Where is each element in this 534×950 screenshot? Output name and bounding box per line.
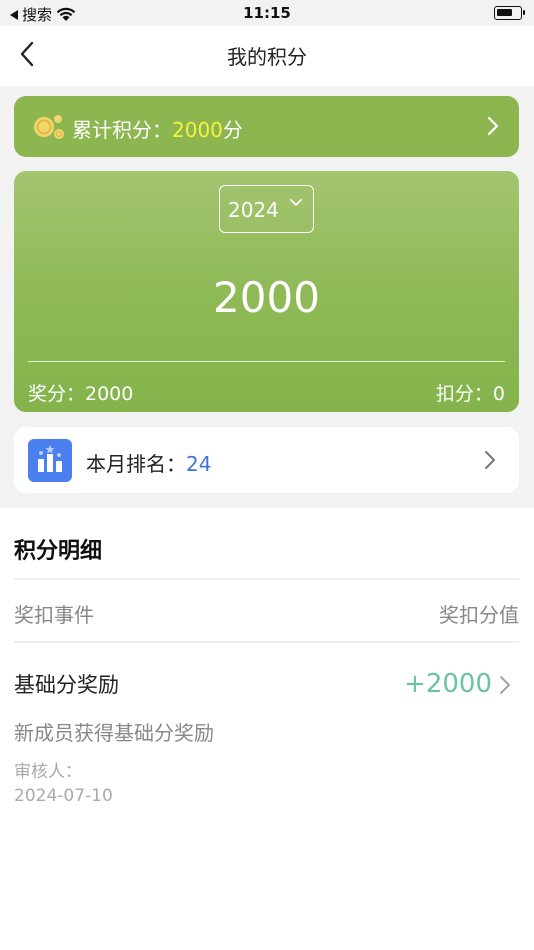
chevron-right-icon <box>485 451 495 469</box>
rank-text: 本月排名：24 <box>86 448 211 477</box>
total-points-unit: 分 <box>222 118 243 142</box>
item-reviewer: 审核人： <box>14 762 82 782</box>
total-points-label: 累计积分： <box>72 118 172 142</box>
chevron-right-icon <box>500 676 510 694</box>
reward-points: 奖分：2000 <box>28 383 134 405</box>
summary-divider <box>28 361 505 362</box>
status-time: 11:15 <box>243 4 291 22</box>
year-select[interactable]: 2024 <box>219 185 314 233</box>
total-points-text: 累计积分：2000分 <box>72 114 243 143</box>
divider <box>14 578 519 580</box>
chevron-right-icon <box>487 116 499 136</box>
ranking-podium-icon <box>28 439 72 482</box>
rank-value: 24 <box>186 452 212 476</box>
item-title: 基础分奖励 <box>14 673 119 697</box>
divider <box>14 641 519 643</box>
navigation-bar: 我的积分 <box>0 26 534 86</box>
total-points-value: 2000 <box>172 118 223 142</box>
year-select-value: 2024 <box>228 198 279 222</box>
monthly-rank-card[interactable]: 本月排名：24 <box>14 427 519 493</box>
column-header-event: 奖扣事件 <box>14 603 94 627</box>
rank-label: 本月排名： <box>86 452 186 476</box>
deduct-points: 扣分：0 <box>435 383 505 405</box>
item-points: +2000 <box>404 669 492 699</box>
item-description: 新成员获得基础分奖励 <box>14 721 214 745</box>
chevron-down-icon <box>290 199 302 206</box>
column-header-value: 奖扣分值 <box>439 603 519 627</box>
coin-icon <box>34 115 64 139</box>
page-title: 我的积分 <box>227 45 307 69</box>
battery-icon <box>494 6 525 20</box>
item-date: 2024-07-10 <box>14 786 113 806</box>
yearly-summary-card: 2024 2000 奖分：2000 扣分：0 <box>14 171 519 412</box>
section-title: 积分明细 <box>14 539 103 564</box>
total-points-card[interactable]: 累计积分：2000分 <box>14 96 519 157</box>
status-bar: 搜索 11:15 <box>0 0 534 26</box>
year-points-value: 2000 <box>213 273 320 322</box>
